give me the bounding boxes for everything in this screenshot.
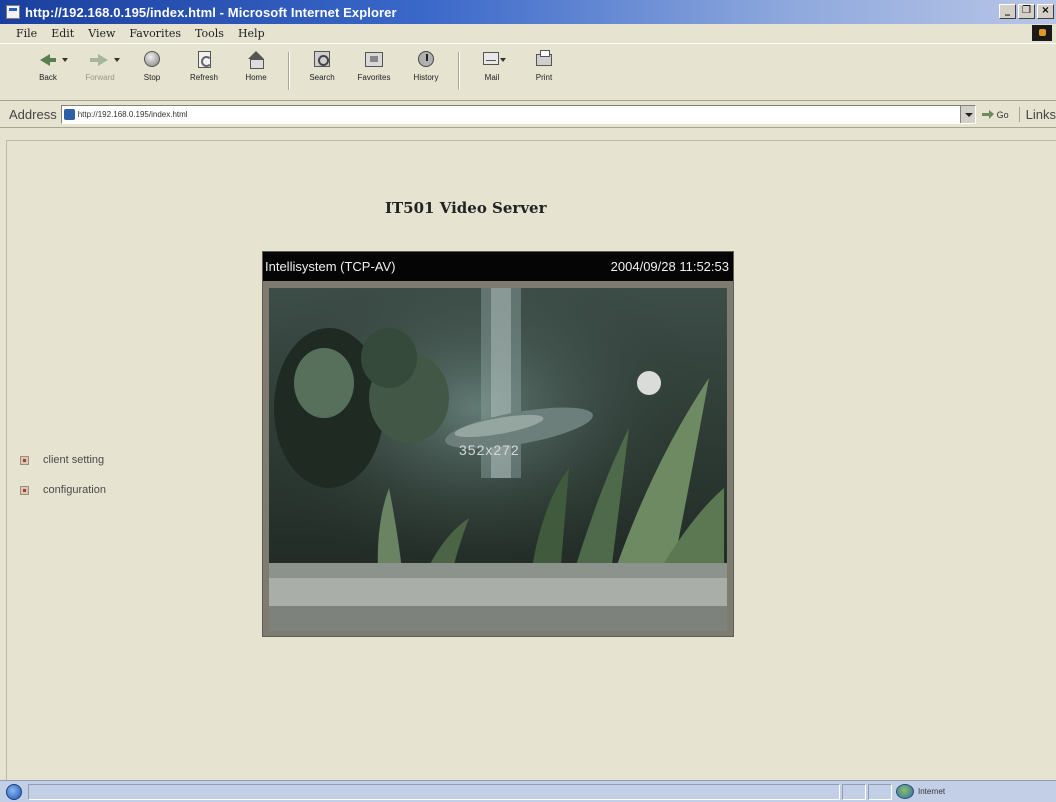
print-icon bbox=[534, 50, 554, 70]
toolbar-separator bbox=[458, 52, 460, 90]
forward-button[interactable]: Forward bbox=[76, 50, 124, 82]
status-lock-pane bbox=[868, 784, 892, 800]
page-content: IT501 Video Server Intellisystem (TCP-AV… bbox=[8, 142, 1048, 778]
back-button[interactable]: Back bbox=[24, 50, 72, 82]
browser-window: http://192.168.0.195/index.html - Micros… bbox=[0, 0, 1056, 802]
menu-file[interactable]: File bbox=[16, 27, 37, 40]
stop-icon bbox=[142, 50, 162, 70]
ie-logo-icon bbox=[6, 783, 22, 800]
client-setting-link[interactable]: client setting bbox=[20, 452, 106, 468]
back-arrow-icon bbox=[38, 50, 68, 70]
links-button[interactable]: Links bbox=[1018, 107, 1056, 122]
menu-view[interactable]: View bbox=[88, 27, 115, 40]
menu-help[interactable]: Help bbox=[238, 27, 265, 40]
refresh-button[interactable]: Refresh bbox=[180, 50, 228, 82]
maximize-icon: ❐ bbox=[1022, 5, 1031, 16]
menu-favorites[interactable]: Favorites bbox=[129, 27, 181, 40]
address-input[interactable] bbox=[77, 110, 938, 119]
configuration-label: configuration bbox=[43, 484, 106, 496]
status-text-pane bbox=[28, 784, 840, 800]
status-progress-pane bbox=[842, 784, 866, 800]
search-button[interactable]: Search bbox=[298, 50, 346, 82]
aquarium-picture bbox=[269, 288, 727, 631]
mail-label: Mail bbox=[484, 73, 500, 82]
search-icon bbox=[312, 50, 332, 70]
forward-arrow-icon bbox=[90, 50, 120, 70]
video-resolution-overlay: 352x272 bbox=[459, 442, 520, 458]
history-button[interactable]: History bbox=[402, 50, 450, 82]
maximize-button[interactable]: ❐ bbox=[1018, 4, 1035, 19]
video-timestamp: 2004/09/28 11:52:53 bbox=[610, 259, 729, 274]
window-title: http://192.168.0.195/index.html - Micros… bbox=[25, 4, 397, 20]
bullet-icon bbox=[20, 485, 29, 495]
video-viewer: Intellisystem (TCP-AV) 2004/09/28 11:52:… bbox=[262, 251, 734, 637]
address-dropdown-button[interactable] bbox=[959, 106, 975, 123]
stop-label: Stop bbox=[143, 73, 161, 82]
windows-logo-icon bbox=[1032, 25, 1052, 41]
history-label: History bbox=[413, 73, 439, 82]
refresh-label: Refresh bbox=[189, 73, 218, 82]
side-menu: client setting configuration bbox=[20, 452, 106, 512]
favorites-icon bbox=[364, 50, 384, 70]
mail-icon bbox=[482, 50, 506, 70]
go-button[interactable]: Go bbox=[981, 109, 1009, 120]
back-label: Back bbox=[39, 73, 57, 82]
menu-edit[interactable]: Edit bbox=[51, 27, 74, 40]
status-bar: Internet bbox=[0, 780, 1056, 802]
minimize-button[interactable]: _ bbox=[999, 4, 1016, 19]
mail-button[interactable]: Mail bbox=[468, 50, 516, 82]
ie-page-icon bbox=[63, 109, 75, 120]
ie-page-icon bbox=[6, 5, 20, 19]
internet-globe-icon bbox=[896, 784, 914, 799]
security-zone: Internet bbox=[896, 783, 945, 800]
favorites-label: Favorites bbox=[357, 73, 391, 82]
security-zone-label: Internet bbox=[918, 787, 946, 796]
refresh-icon bbox=[194, 50, 214, 70]
menu-tools[interactable]: Tools bbox=[195, 27, 224, 40]
video-stream-image: 352x272 bbox=[269, 288, 727, 631]
address-bar: Address Go Links bbox=[0, 102, 1056, 128]
title-bar: http://192.168.0.195/index.html - Micros… bbox=[0, 0, 1056, 24]
favorites-button[interactable]: Favorites bbox=[350, 50, 398, 82]
home-button[interactable]: Home bbox=[232, 50, 280, 82]
page-title: IT501 Video Server bbox=[385, 199, 547, 217]
home-label: Home bbox=[245, 73, 267, 82]
address-field bbox=[60, 105, 976, 124]
window-controls: _ ❐ × bbox=[999, 4, 1054, 19]
client-setting-label: client setting bbox=[43, 454, 105, 466]
print-label: Print bbox=[535, 73, 553, 82]
print-button[interactable]: Print bbox=[520, 50, 568, 82]
forward-label: Forward bbox=[85, 73, 115, 82]
video-caption-bar: Intellisystem (TCP-AV) 2004/09/28 11:52:… bbox=[263, 252, 733, 281]
menu-bar: File Edit View Favorites Tools Help bbox=[0, 24, 1056, 42]
history-icon bbox=[416, 50, 436, 70]
stop-button[interactable]: Stop bbox=[128, 50, 176, 82]
go-label: Go bbox=[996, 109, 1009, 120]
home-icon bbox=[246, 50, 266, 70]
address-label: Address bbox=[9, 107, 57, 122]
configuration-link[interactable]: configuration bbox=[20, 482, 106, 498]
toolbar-separator bbox=[288, 52, 290, 90]
bullet-icon bbox=[20, 455, 29, 465]
video-caption: Intellisystem (TCP-AV) bbox=[265, 259, 396, 274]
go-arrow-icon bbox=[981, 110, 994, 119]
close-button[interactable]: × bbox=[1037, 4, 1054, 19]
standard-toolbar: Back Forward Stop Refresh Home Search Fa… bbox=[0, 43, 1056, 101]
search-label: Search bbox=[309, 73, 335, 82]
